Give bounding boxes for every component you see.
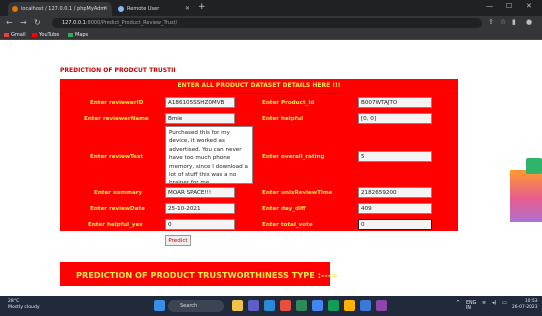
predict-button[interactable]: Predict bbox=[165, 235, 191, 246]
total-vote-input[interactable]: 0 bbox=[358, 219, 432, 230]
profile-icon[interactable]: ● bbox=[526, 18, 532, 26]
start-icon[interactable] bbox=[154, 300, 165, 311]
back-icon[interactable]: ← bbox=[6, 18, 13, 27]
tab-remote-user[interactable]: Remote User ✕ bbox=[114, 2, 194, 16]
summary-input[interactable]: MOAR SPACE!!! bbox=[165, 187, 235, 198]
day-diff-input[interactable]: 409 bbox=[358, 203, 432, 214]
address-bar-row: ← → ↻ 127.0.0.1:8000/Predict_Product_Rev… bbox=[0, 16, 542, 30]
product-id-label: Enter Product_id bbox=[262, 100, 315, 106]
desktop-app-icon bbox=[526, 158, 542, 174]
divider bbox=[60, 93, 458, 94]
review-date-input[interactable]: 25-10-2021 bbox=[165, 203, 235, 214]
sidebar-icon[interactable]: ▮ bbox=[512, 18, 516, 26]
share-icon[interactable]: ⇪ bbox=[488, 18, 494, 26]
close-window-icon[interactable]: ✕ bbox=[526, 2, 532, 10]
review-date-label: Enter reviewDate bbox=[90, 206, 145, 212]
minimize-icon[interactable]: — bbox=[486, 2, 493, 10]
form-header: ENTER ALL PRODUCT DATASET DETAILS HERE !… bbox=[177, 82, 341, 89]
prediction-result-banner: PREDICTION OF PRODUCT TRUSTWORTHINESS TY… bbox=[60, 262, 338, 286]
reload-icon[interactable]: ↻ bbox=[34, 18, 41, 27]
url-input[interactable]: 127.0.0.1:8000/Predict_Product_Review_Tr… bbox=[52, 18, 482, 28]
product-details-form: ENTER ALL PRODUCT DATASET DETAILS HERE !… bbox=[60, 79, 458, 231]
app-icon[interactable] bbox=[328, 300, 339, 311]
taskbar-search[interactable]: Search bbox=[168, 300, 224, 312]
edge-icon[interactable] bbox=[264, 300, 275, 311]
reviewer-id-input[interactable]: A186105SSHZ0MVB bbox=[165, 97, 235, 108]
bookmark-youtube[interactable]: YouTube bbox=[32, 32, 59, 38]
reviewer-name-label: Enter reviewerName bbox=[84, 116, 149, 122]
wifi-icon[interactable]: ≋ bbox=[482, 301, 486, 306]
weather-desc: Mostly cloudy bbox=[8, 305, 40, 310]
review-text-label: Enter reviewText bbox=[90, 154, 144, 160]
volume-icon[interactable]: ◂) bbox=[492, 301, 496, 306]
favicon-icon bbox=[118, 6, 124, 12]
bookmark-maps[interactable]: Maps bbox=[68, 32, 88, 38]
office-icon[interactable] bbox=[280, 300, 291, 311]
forward-icon[interactable]: → bbox=[20, 18, 27, 27]
language-indicator[interactable]: ENG IN bbox=[466, 301, 476, 311]
day-diff-label: Enter day_diff bbox=[262, 206, 306, 212]
overall-rating-label: Enter overall_rating bbox=[262, 154, 325, 160]
tab-phpmyadmin[interactable]: localhost / 127.0.0.1 / phpMyAdm ✕ bbox=[8, 2, 112, 16]
overall-rating-input[interactable]: 5 bbox=[358, 151, 432, 162]
reviewer-id-label: Enter reviewerID bbox=[90, 100, 144, 106]
file-explorer-icon[interactable] bbox=[232, 300, 243, 311]
youtube-icon bbox=[32, 32, 37, 37]
favicon-icon bbox=[12, 6, 18, 12]
bookmarks-bar: Gmail YouTube Maps bbox=[0, 30, 542, 40]
summary-label: Enter summary bbox=[94, 190, 143, 196]
app-icon[interactable] bbox=[376, 300, 387, 311]
clock[interactable]: 10:53 26-07-2023 bbox=[512, 299, 538, 311]
desktop-widget-decoration bbox=[510, 170, 542, 222]
app-icon[interactable] bbox=[344, 300, 355, 311]
helpful-input[interactable]: [0, 0] bbox=[358, 113, 432, 124]
url-host: 127.0.0.1 bbox=[62, 20, 86, 26]
page-title: PREDICTION OF PRODCUT TRUSTII bbox=[60, 67, 176, 74]
unix-review-time-input[interactable]: 2182659200 bbox=[358, 187, 432, 198]
helpful-yes-input[interactable]: 0 bbox=[165, 219, 235, 230]
reviewer-name-input[interactable]: Bmie bbox=[165, 113, 235, 124]
star-icon[interactable]: ☆ bbox=[500, 18, 506, 26]
url-path: :8000/Predict_Product_Review_Trust/ bbox=[85, 20, 178, 26]
helpful-label: Enter helpful bbox=[262, 116, 304, 122]
weather-widget[interactable]: 28°C Mostly cloudy bbox=[8, 299, 40, 311]
battery-icon[interactable]: ▭ bbox=[502, 301, 507, 306]
gmail-icon bbox=[4, 32, 9, 37]
bookmark-gmail[interactable]: Gmail bbox=[4, 32, 26, 38]
maps-icon bbox=[68, 32, 73, 37]
store-icon[interactable] bbox=[296, 300, 307, 311]
helpful-yes-label: Enter helpful_yes bbox=[88, 222, 143, 228]
maximize-icon[interactable]: ☐ bbox=[506, 2, 512, 10]
chevron-up-icon[interactable]: ^ bbox=[456, 301, 460, 306]
product-id-input[interactable]: B007WTAJTO bbox=[358, 97, 432, 108]
review-text-textarea[interactable]: Purchased this for my device, it worked … bbox=[165, 126, 253, 184]
tab-title: localhost / 127.0.0.1 / phpMyAdm bbox=[21, 6, 106, 12]
new-tab-icon[interactable]: + bbox=[198, 2, 206, 12]
browser-tab-bar: localhost / 127.0.0.1 / phpMyAdm ✕ Remot… bbox=[0, 0, 542, 16]
app-icon[interactable] bbox=[360, 300, 371, 311]
close-tab-icon[interactable]: ✕ bbox=[185, 5, 190, 12]
total-vote-label: Enter total_vote bbox=[262, 222, 313, 228]
taskbar: 28°C Mostly cloudy Search ^ ENG IN ≋ ◂) … bbox=[0, 296, 542, 316]
unix-review-time-label: Enter unixReviewTime bbox=[262, 190, 333, 196]
teams-icon[interactable] bbox=[248, 300, 259, 311]
chrome-icon[interactable] bbox=[312, 300, 323, 311]
close-tab-icon[interactable]: ✕ bbox=[103, 5, 108, 12]
prediction-result-text: PREDICTION OF PRODUCT TRUSTWORTHINESS TY… bbox=[76, 270, 339, 280]
tab-title: Remote User bbox=[127, 6, 160, 12]
